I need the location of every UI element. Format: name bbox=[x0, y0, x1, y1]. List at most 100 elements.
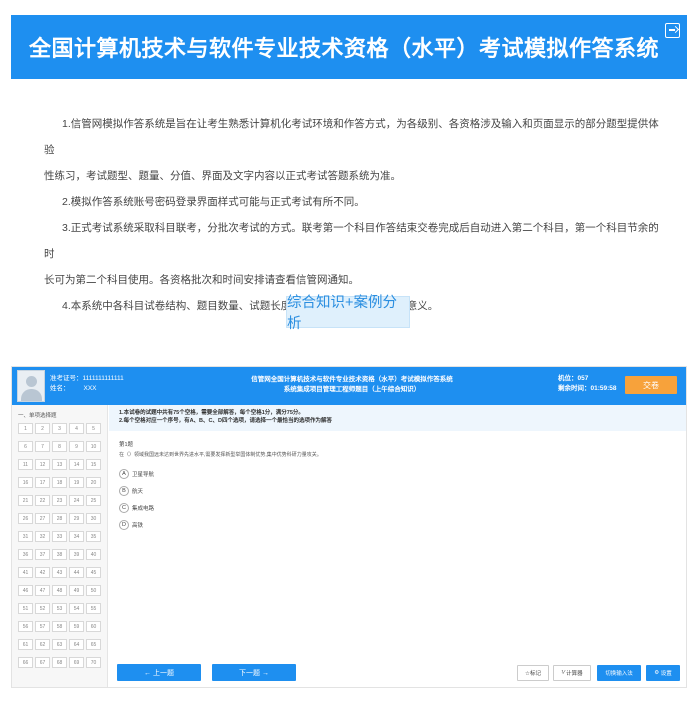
switch-input-button[interactable]: 切换输入法 bbox=[597, 665, 641, 681]
question-number-button[interactable]: 36 bbox=[18, 549, 33, 560]
option-b[interactable]: B 航天 bbox=[119, 486, 143, 496]
question-number-button[interactable]: 24 bbox=[69, 495, 84, 506]
question-number-button[interactable]: 68 bbox=[52, 657, 67, 668]
avatar bbox=[17, 370, 45, 402]
question-number-button[interactable]: 34 bbox=[69, 531, 84, 542]
question-number-button[interactable]: 47 bbox=[35, 585, 50, 596]
question-number-button[interactable]: 2 bbox=[35, 423, 50, 434]
candidate-name: 姓名： XXX bbox=[50, 385, 97, 392]
question-number-button[interactable]: 60 bbox=[86, 621, 101, 632]
question-panel: 1.本试卷的试题中共有75个空格，需要全部解答，每个空格1分，满分75分。 2.… bbox=[109, 405, 686, 657]
question-number-button[interactable]: 43 bbox=[52, 567, 67, 578]
question-number-button[interactable]: 20 bbox=[86, 477, 101, 488]
note-3: 3.正式考试系统采取科目联考，分批次考试的方式。联考第一个科目作答结束交卷完成后… bbox=[44, 222, 659, 260]
question-number-button[interactable]: 38 bbox=[52, 549, 67, 560]
question-number-button[interactable]: 48 bbox=[52, 585, 67, 596]
next-question-button[interactable]: 下一题 → bbox=[212, 664, 296, 681]
question-number-button[interactable]: 21 bbox=[18, 495, 33, 506]
subject-button[interactable]: 综合知识+案例分析 bbox=[286, 295, 410, 332]
note-2: 2.模拟作答系统账号密码登录界面样式可能与正式考试有所不同。 bbox=[62, 196, 365, 208]
question-number-button[interactable]: 28 bbox=[52, 513, 67, 524]
question-number-button[interactable]: 27 bbox=[35, 513, 50, 524]
question-number-button[interactable]: 30 bbox=[86, 513, 101, 524]
prev-question-button[interactable]: ← 上一题 bbox=[117, 664, 201, 681]
question-number-button[interactable]: 54 bbox=[69, 603, 84, 614]
remaining-time: 剩余时间：01:59:58 bbox=[558, 385, 617, 392]
question-number-button[interactable]: 1 bbox=[18, 423, 33, 434]
option-c[interactable]: C 集成电路 bbox=[119, 503, 154, 513]
question-number-button[interactable]: 44 bbox=[69, 567, 84, 578]
question-number-button[interactable]: 10 bbox=[86, 441, 101, 452]
question-number-button[interactable]: 46 bbox=[18, 585, 33, 596]
question-number-button[interactable]: 39 bbox=[69, 549, 84, 560]
question-number-button[interactable]: 6 bbox=[18, 441, 33, 452]
instructions-notes: 1.信管网模拟作答系统是旨在让考生熟悉计算机化考试环境和作答方式，为各级别、各资… bbox=[44, 111, 664, 319]
question-number-button[interactable]: 49 bbox=[69, 585, 84, 596]
question-number-button[interactable]: 19 bbox=[69, 477, 84, 488]
question-number-button[interactable]: 56 bbox=[18, 621, 33, 632]
note-3-cont: 长可为第二个科目使用。各资格批次和时间安排请查看信管网通知。 bbox=[44, 274, 359, 286]
question-number-button[interactable]: 62 bbox=[35, 639, 50, 650]
question-number-button[interactable]: 5 bbox=[86, 423, 101, 434]
question-number-button[interactable]: 35 bbox=[86, 531, 101, 542]
question-number-button[interactable]: 61 bbox=[18, 639, 33, 650]
question-number-button[interactable]: 25 bbox=[86, 495, 101, 506]
question-number-button[interactable]: 55 bbox=[86, 603, 101, 614]
mark-button[interactable]: ☆标记 bbox=[517, 665, 549, 681]
question-number-button[interactable]: 33 bbox=[52, 531, 67, 542]
question-number-button[interactable]: 57 bbox=[35, 621, 50, 632]
page-title: 全国计算机技术与软件专业技术资格（水平）考试模拟作答系统 bbox=[29, 36, 660, 61]
question-number-button[interactable]: 14 bbox=[69, 459, 84, 470]
question-number-button[interactable]: 45 bbox=[86, 567, 101, 578]
question-number-button[interactable]: 41 bbox=[18, 567, 33, 578]
question-number-button[interactable]: 26 bbox=[18, 513, 33, 524]
question-number-button[interactable]: 65 bbox=[86, 639, 101, 650]
question-number-button[interactable]: 64 bbox=[69, 639, 84, 650]
option-a[interactable]: A 卫星导航 bbox=[119, 469, 154, 479]
question-number-button[interactable]: 3 bbox=[52, 423, 67, 434]
question-number-button[interactable]: 29 bbox=[69, 513, 84, 524]
question-number-button[interactable]: 16 bbox=[18, 477, 33, 488]
question-number-button[interactable]: 42 bbox=[35, 567, 50, 578]
question-number-button[interactable]: 13 bbox=[52, 459, 67, 470]
question-number-button[interactable]: 23 bbox=[52, 495, 67, 506]
question-number-button[interactable]: 9 bbox=[69, 441, 84, 452]
question-number-button[interactable]: 50 bbox=[86, 585, 101, 596]
question-number-button[interactable]: 70 bbox=[86, 657, 101, 668]
question-number-button[interactable]: 18 bbox=[52, 477, 67, 488]
question-number-button[interactable]: 58 bbox=[52, 621, 67, 632]
question-number-button[interactable]: 52 bbox=[35, 603, 50, 614]
question-number-button[interactable]: 12 bbox=[35, 459, 50, 470]
question-number-button[interactable]: 69 bbox=[69, 657, 84, 668]
question-number-button[interactable]: 40 bbox=[86, 549, 101, 560]
settings-button[interactable]: ⚙ 设置 bbox=[646, 665, 680, 681]
question-number-button[interactable]: 53 bbox=[52, 603, 67, 614]
question-number-button[interactable]: 17 bbox=[35, 477, 50, 488]
question-number-button[interactable]: 8 bbox=[52, 441, 67, 452]
seat-number: 机位：057 bbox=[558, 375, 589, 382]
exam-instructions: 1.本试卷的试题中共有75个空格，需要全部解答，每个空格1分，满分75分。 2.… bbox=[109, 405, 686, 431]
section-title: 一、单项选择题 bbox=[18, 413, 57, 419]
question-grid: 1 2 3 4 5 6 7 8 9 10 11 12 13 14 15 16 17 18 19 20 21 22 23 24 2… bbox=[18, 423, 104, 675]
question-number-button[interactable]: 51 bbox=[18, 603, 33, 614]
note-1: 1.信管网模拟作答系统是旨在让考生熟悉计算机化考试环境和作答方式，为各级别、各资… bbox=[44, 118, 659, 156]
question-number-button[interactable]: 31 bbox=[18, 531, 33, 542]
question-number-button[interactable]: 67 bbox=[35, 657, 50, 668]
question-number-button[interactable]: 32 bbox=[35, 531, 50, 542]
question-number-button[interactable]: 15 bbox=[86, 459, 101, 470]
question-number-button[interactable]: 63 bbox=[52, 639, 67, 650]
question-number-button[interactable]: 22 bbox=[35, 495, 50, 506]
calculator-button[interactable]: ⅟ 计算器 bbox=[553, 665, 591, 681]
submit-button[interactable]: 交卷 bbox=[625, 376, 677, 394]
question-number-button[interactable]: 59 bbox=[69, 621, 84, 632]
question-number-button[interactable]: 37 bbox=[35, 549, 50, 560]
question-number-button[interactable]: 7 bbox=[35, 441, 50, 452]
question-number-button[interactable]: 66 bbox=[18, 657, 33, 668]
exam-footer: ← 上一题 下一题 → ☆标记 ⅟ 计算器 切换输入法 ⚙ 设置 bbox=[109, 657, 686, 687]
exit-icon[interactable] bbox=[665, 23, 680, 38]
option-d[interactable]: D 高铁 bbox=[119, 520, 143, 530]
exam-status: 机位：057 剩余时间：01:59:58 bbox=[558, 374, 617, 394]
question-number-button[interactable]: 11 bbox=[18, 459, 33, 470]
question-number-button[interactable]: 4 bbox=[69, 423, 84, 434]
exam-preview: 准考证号：1111111111111 姓名： XXX 信管网全国计算机技术与软件专… bbox=[11, 366, 687, 688]
